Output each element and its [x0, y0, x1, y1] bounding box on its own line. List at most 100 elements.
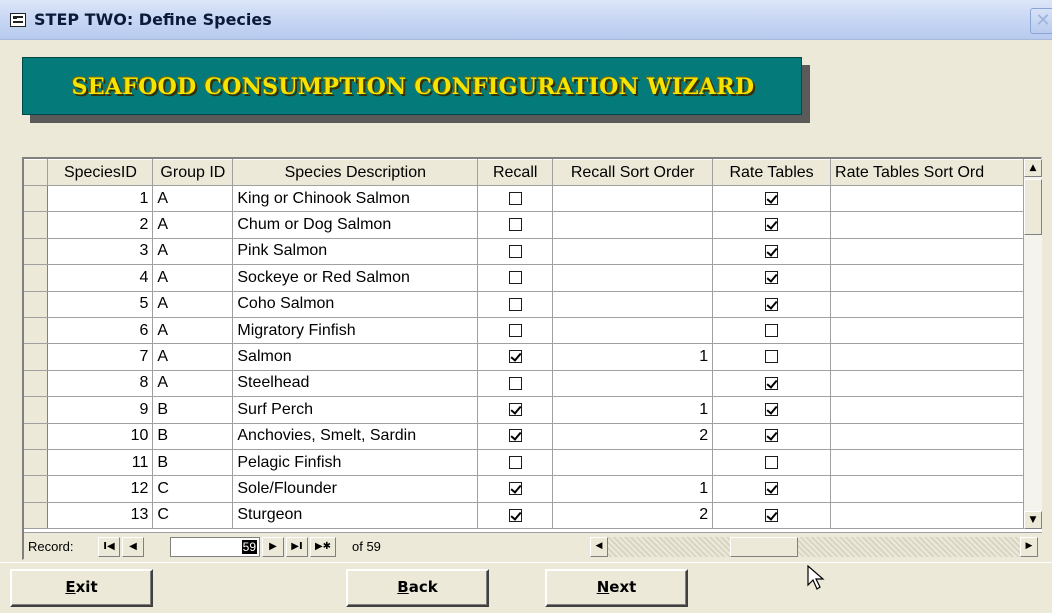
recall-checkbox[interactable] [508, 376, 522, 390]
rate-tables-checkbox-cell[interactable] [712, 502, 832, 529]
species-description-cell[interactable]: Steelhead [232, 370, 479, 398]
rate-tables-checkbox[interactable] [765, 508, 779, 522]
recall-checkbox-cell[interactable] [477, 264, 554, 292]
scroll-right-button[interactable]: ▶ [1020, 537, 1038, 557]
recall-checkbox-cell[interactable] [477, 317, 554, 345]
species-description-cell[interactable]: Coho Salmon [232, 291, 479, 318]
table-row[interactable]: 5 A Coho Salmon [24, 291, 1024, 318]
recall-sort-order-cell[interactable] [552, 449, 714, 477]
table-row[interactable]: 8 A Steelhead [24, 370, 1024, 398]
column-header[interactable]: Recall [477, 159, 554, 186]
row-selector[interactable] [24, 291, 49, 318]
group-id-cell[interactable]: C [152, 502, 234, 529]
recall-sort-order-cell[interactable]: 1 [552, 343, 714, 371]
group-id-cell[interactable]: A [152, 343, 234, 371]
rate-tables-sort-order-cell[interactable] [830, 343, 1024, 371]
group-id-cell[interactable]: B [152, 423, 234, 450]
group-id-cell[interactable]: A [152, 238, 234, 266]
vertical-scrollbar[interactable]: ▲ ▼ [1024, 159, 1042, 529]
recall-sort-order-cell[interactable]: 1 [552, 396, 714, 424]
rate-tables-sort-order-cell[interactable] [830, 264, 1024, 292]
table-row[interactable]: 12 C Sole/Flounder 1 [24, 475, 1024, 503]
rate-tables-checkbox[interactable] [765, 191, 779, 205]
recall-checkbox-cell[interactable] [477, 502, 554, 529]
row-selector[interactable] [24, 502, 49, 529]
group-id-cell[interactable]: C [152, 475, 234, 503]
last-record-button[interactable]: ▶I [286, 537, 308, 557]
record-number-field[interactable]: 59 [170, 537, 260, 557]
exit-button[interactable]: Exit [10, 569, 153, 607]
species-id-cell[interactable]: 5 [47, 291, 154, 318]
table-row[interactable]: 4 A Sockeye or Red Salmon [24, 264, 1024, 292]
group-id-cell[interactable]: B [152, 449, 234, 477]
new-record-button[interactable]: ▶✱ [310, 537, 336, 557]
table-row[interactable]: 9 B Surf Perch 1 [24, 396, 1024, 424]
species-id-cell[interactable]: 8 [47, 370, 154, 398]
row-selector[interactable] [24, 343, 49, 371]
table-row[interactable]: 1 A King or Chinook Salmon [24, 185, 1024, 213]
row-selector[interactable] [24, 475, 49, 503]
rate-tables-checkbox-cell[interactable] [712, 291, 832, 318]
species-id-cell[interactable]: 3 [47, 238, 154, 266]
recall-sort-order-cell[interactable] [552, 291, 714, 318]
rate-tables-checkbox-cell[interactable] [712, 449, 832, 477]
row-selector[interactable] [24, 317, 49, 345]
table-row[interactable]: 3 A Pink Salmon [24, 238, 1024, 266]
rate-tables-sort-order-cell[interactable] [830, 370, 1024, 398]
previous-record-button[interactable]: ◀ [122, 537, 144, 557]
horizontal-scroll-thumb[interactable] [730, 537, 798, 557]
recall-checkbox[interactable] [508, 323, 522, 337]
rate-tables-checkbox-cell[interactable] [712, 370, 832, 398]
species-id-cell[interactable]: 7 [47, 343, 154, 371]
recall-checkbox-cell[interactable] [477, 370, 554, 398]
rate-tables-checkbox[interactable] [765, 376, 779, 390]
recall-checkbox[interactable] [508, 455, 522, 469]
horizontal-scrollbar[interactable]: ◀ ▶ [590, 537, 1038, 557]
group-id-cell[interactable]: A [152, 370, 234, 398]
vertical-scroll-thumb[interactable] [1024, 179, 1042, 235]
species-description-cell[interactable]: Chum or Dog Salmon [232, 211, 479, 239]
rate-tables-checkbox-cell[interactable] [712, 264, 832, 292]
row-selector[interactable] [24, 185, 49, 213]
rate-tables-sort-order-cell[interactable] [830, 238, 1024, 266]
recall-sort-order-cell[interactable]: 2 [552, 423, 714, 450]
rate-tables-sort-order-cell[interactable] [830, 185, 1024, 213]
species-description-cell[interactable]: Sturgeon [232, 502, 479, 529]
species-id-cell[interactable]: 9 [47, 396, 154, 424]
species-id-cell[interactable]: 12 [47, 475, 154, 503]
species-id-cell[interactable]: 1 [47, 185, 154, 213]
scroll-down-button[interactable]: ▼ [1024, 511, 1042, 529]
species-description-cell[interactable]: King or Chinook Salmon [232, 185, 479, 213]
rate-tables-checkbox[interactable] [765, 455, 779, 469]
recall-checkbox-cell[interactable] [477, 291, 554, 318]
rate-tables-sort-order-cell[interactable] [830, 317, 1024, 345]
close-button[interactable]: ✕ [1030, 8, 1052, 34]
species-id-cell[interactable]: 4 [47, 264, 154, 292]
recall-checkbox[interactable] [508, 191, 522, 205]
column-header[interactable]: Rate Tables [712, 159, 832, 186]
table-row[interactable]: 10 B Anchovies, Smelt, Sardin 2 [24, 423, 1024, 450]
recall-checkbox[interactable] [508, 350, 522, 364]
next-button[interactable]: Next [545, 569, 688, 607]
rate-tables-checkbox[interactable] [765, 403, 779, 417]
recall-checkbox[interactable] [508, 508, 522, 522]
row-selector[interactable] [24, 370, 49, 398]
rate-tables-checkbox-cell[interactable] [712, 211, 832, 239]
recall-sort-order-cell[interactable] [552, 211, 714, 239]
table-row[interactable]: 7 A Salmon 1 [24, 343, 1024, 371]
row-selector[interactable] [24, 396, 49, 424]
species-description-cell[interactable]: Anchovies, Smelt, Sardin [232, 423, 479, 450]
recall-sort-order-cell[interactable] [552, 264, 714, 292]
species-description-cell[interactable]: Salmon [232, 343, 479, 371]
species-id-cell[interactable]: 6 [47, 317, 154, 345]
recall-checkbox-cell[interactable] [477, 396, 554, 424]
recall-checkbox-cell[interactable] [477, 423, 554, 450]
species-id-cell[interactable]: 10 [47, 423, 154, 450]
column-header[interactable]: Group ID [152, 159, 234, 186]
column-header[interactable]: Species Description [232, 159, 479, 186]
species-id-cell[interactable]: 11 [47, 449, 154, 477]
recall-sort-order-cell[interactable] [552, 238, 714, 266]
group-id-cell[interactable]: A [152, 185, 234, 213]
species-description-cell[interactable]: Pink Salmon [232, 238, 479, 266]
rate-tables-checkbox[interactable] [765, 297, 779, 311]
